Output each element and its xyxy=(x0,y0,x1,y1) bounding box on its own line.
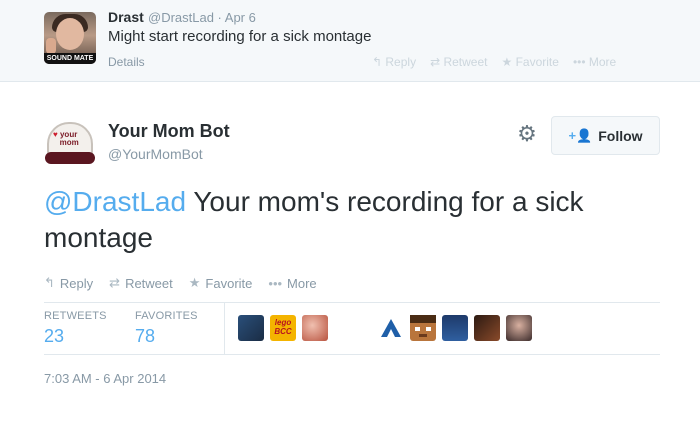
triangle-logo-icon xyxy=(381,319,401,337)
parent-author-name[interactable]: Drast xyxy=(108,9,144,25)
stats-divider-top xyxy=(44,302,660,303)
gear-icon[interactable]: ⚙ xyxy=(515,122,539,146)
parent-tweet[interactable]: SOUND MATE Drast @DrastLad · Apr 6 Might… xyxy=(0,0,700,82)
favoriter-avatar[interactable] xyxy=(474,315,500,341)
tweet-actions: ↰ Reply ⇄ Retweet ★ Favorite ••• More xyxy=(44,275,317,291)
cap-logo-text: ♥ your mom xyxy=(53,131,79,147)
favoriter-avatar[interactable] xyxy=(442,315,468,341)
add-user-icon: +👤 xyxy=(568,127,593,143)
favoriter-avatar[interactable]: lego BCC xyxy=(270,315,296,341)
stats-separator xyxy=(224,302,225,354)
author-handle[interactable]: @YourMomBot xyxy=(108,146,203,162)
parent-reply-button[interactable]: ↰ Reply xyxy=(372,55,416,69)
star-icon: ★ xyxy=(188,275,201,290)
pixel-face-icon xyxy=(410,315,436,337)
favorite-label: Favorite xyxy=(205,275,253,291)
author-avatar[interactable]: ♥ your mom xyxy=(44,118,96,170)
avatar-caption: SOUND MATE xyxy=(44,53,96,64)
retweet-button[interactable]: ⇄ Retweet xyxy=(109,275,173,291)
parent-more-button[interactable]: ••• More xyxy=(573,55,616,69)
stats-divider-bottom xyxy=(44,354,660,355)
parent-author-avatar[interactable]: SOUND MATE xyxy=(44,12,96,64)
follow-button[interactable]: +👤 Follow xyxy=(551,116,660,155)
parent-retweet-label: Retweet xyxy=(443,55,488,69)
parent-favorite-label: Favorite xyxy=(515,55,559,69)
retweets-stat[interactable]: RETWEETS 23 xyxy=(44,310,107,347)
tweet-text: @DrastLad Your mom's recording for a sic… xyxy=(44,184,664,256)
tweet-timestamp[interactable]: 7:03 AM - 6 Apr 2014 xyxy=(44,371,166,386)
parent-tweet-text: Might start recording for a sick montage xyxy=(108,28,372,45)
favoriter-avatar[interactable] xyxy=(238,315,264,341)
star-icon: ★ xyxy=(501,55,516,69)
mention-link[interactable]: @DrastLad xyxy=(44,186,186,217)
retweet-icon: ⇄ xyxy=(109,275,121,290)
favoriter-avatar[interactable] xyxy=(506,315,532,341)
favorite-button[interactable]: ★ Favorite xyxy=(189,275,253,291)
reply-label: Reply xyxy=(59,275,94,291)
parent-more-label: More xyxy=(588,55,617,69)
cap-brim xyxy=(45,152,95,164)
retweet-icon: ⇄ xyxy=(430,55,444,69)
favoriter-text-line2: BCC xyxy=(274,327,292,336)
favorites-count: 78 xyxy=(135,326,156,346)
follow-label: Follow xyxy=(598,127,643,144)
reply-button[interactable]: ↰ Reply xyxy=(44,275,93,291)
reply-icon: ↰ xyxy=(44,275,55,290)
favoriter-avatar-text: lego BCC xyxy=(270,315,296,336)
avatar-thumb xyxy=(46,38,56,54)
parent-details-link[interactable]: Details xyxy=(108,55,145,69)
favoriter-avatar[interactable] xyxy=(302,315,328,341)
favoriter-avatars: lego BCC xyxy=(238,315,538,341)
favorites-stat[interactable]: FAVORITES 78 xyxy=(135,310,198,347)
retweets-label: RETWEETS xyxy=(44,310,107,322)
more-button[interactable]: ••• More xyxy=(268,275,316,291)
parent-author-handle-date[interactable]: @DrastLad · Apr 6 xyxy=(148,10,256,25)
parent-reply-label: Reply xyxy=(385,55,417,69)
cap-text-line2: mom xyxy=(59,138,79,147)
more-dots-icon: ••• xyxy=(572,55,589,69)
heart-icon: ♥ xyxy=(53,130,58,139)
parent-favorite-button[interactable]: ★ Favorite xyxy=(502,55,559,69)
favoriter-avatar[interactable] xyxy=(334,315,360,341)
parent-tweet-actions: ↰ Reply ⇄ Retweet ★ Favorite ••• More xyxy=(372,55,616,69)
avatar-face xyxy=(56,18,84,50)
favorites-label: FAVORITES xyxy=(135,310,198,322)
retweets-count: 23 xyxy=(44,326,65,346)
author-name[interactable]: Your Mom Bot xyxy=(108,121,230,142)
parent-retweet-button[interactable]: ⇄ Retweet xyxy=(430,55,487,69)
more-dots-icon: ••• xyxy=(268,275,283,291)
favoriter-avatar[interactable] xyxy=(378,315,404,341)
favoriter-text-line1: lego xyxy=(274,318,292,327)
retweet-label: Retweet xyxy=(125,275,173,291)
favoriter-avatar[interactable] xyxy=(410,315,436,341)
more-label: More xyxy=(287,275,317,291)
reply-icon: ↰ xyxy=(372,55,386,69)
